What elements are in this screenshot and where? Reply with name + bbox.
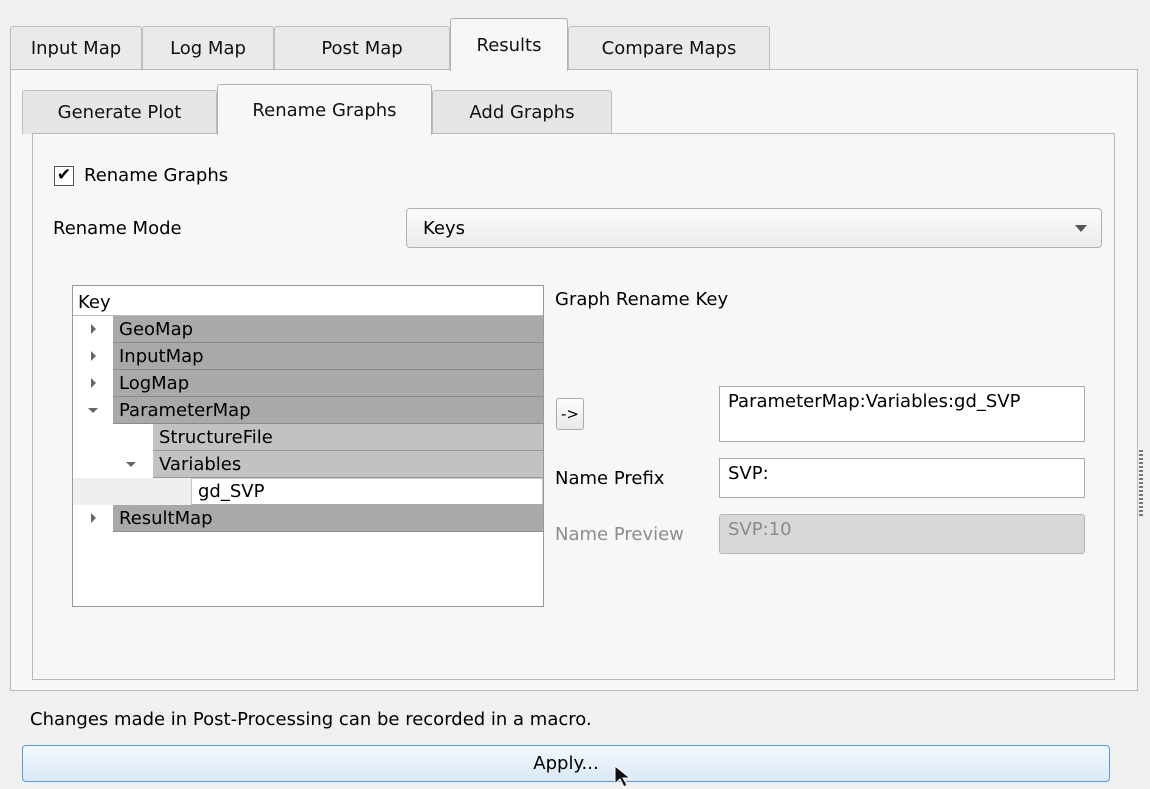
name-preview-label: Name Preview bbox=[555, 524, 684, 545]
tab-input-map[interactable]: Input Map bbox=[10, 26, 142, 70]
tree-item-label: LogMap bbox=[113, 370, 543, 397]
tree-row-variables[interactable]: Variables bbox=[73, 451, 543, 478]
rename-graphs-checkbox-label: Rename Graphs bbox=[84, 165, 229, 186]
tree-row-geomap[interactable]: GeoMap bbox=[73, 316, 543, 343]
tree-header-key: Key bbox=[73, 286, 543, 316]
rename-graphs-checkbox-row[interactable]: ✔ Rename Graphs bbox=[54, 165, 228, 186]
expand-arrow-icon[interactable] bbox=[91, 378, 96, 388]
mouse-cursor-icon bbox=[614, 765, 632, 788]
rename-mode-value: Keys bbox=[423, 217, 466, 239]
tree-item-label: Variables bbox=[153, 451, 543, 478]
graph-rename-key-field[interactable]: ParameterMap:Variables:gd_SVP bbox=[719, 386, 1085, 442]
window-edge bbox=[0, 0, 10, 789]
name-preview-field: SVP:10 bbox=[719, 514, 1085, 554]
tab-compare-maps[interactable]: Compare Maps bbox=[568, 26, 770, 70]
tree-item-label: ParameterMap bbox=[113, 397, 543, 424]
tree-row-logmap[interactable]: LogMap bbox=[73, 370, 543, 397]
collapse-arrow-icon[interactable] bbox=[88, 408, 98, 413]
insert-key-button[interactable]: -> bbox=[556, 398, 584, 430]
rename-graphs-pane: ✔ Rename Graphs Rename Mode Keys Key Geo… bbox=[32, 133, 1115, 680]
macro-note: Changes made in Post-Processing can be r… bbox=[30, 709, 592, 730]
chevron-down-icon bbox=[1075, 225, 1087, 232]
tree-row-structurefile[interactable]: StructureFile bbox=[73, 424, 543, 451]
graph-rename-key-label: Graph Rename Key bbox=[555, 289, 729, 310]
expand-arrow-icon[interactable] bbox=[91, 513, 96, 523]
resize-grip-icon[interactable] bbox=[1139, 450, 1143, 518]
tab-results[interactable]: Results bbox=[450, 18, 568, 71]
tree-item-label: gd_SVP bbox=[191, 478, 543, 505]
expand-arrow-icon[interactable] bbox=[91, 351, 96, 361]
collapse-arrow-icon[interactable] bbox=[126, 462, 136, 467]
key-tree[interactable]: Key GeoMap InputMap LogMap ParameterMap … bbox=[72, 285, 544, 607]
tree-item-label: ResultMap bbox=[113, 505, 543, 532]
rename-graphs-checkbox[interactable]: ✔ bbox=[54, 165, 74, 186]
apply-button-label: Apply... bbox=[533, 753, 599, 774]
check-icon: ✔ bbox=[56, 165, 72, 185]
tree-row-parametermap[interactable]: ParameterMap bbox=[73, 397, 543, 424]
expand-arrow-icon[interactable] bbox=[91, 324, 96, 334]
rename-mode-select[interactable]: Keys bbox=[406, 208, 1102, 248]
tab-add-graphs[interactable]: Add Graphs bbox=[432, 90, 612, 134]
tree-row-inputmap[interactable]: InputMap bbox=[73, 343, 543, 370]
tab-post-map[interactable]: Post Map bbox=[274, 26, 450, 70]
apply-button[interactable]: Apply... bbox=[22, 745, 1110, 782]
results-pane: Generate Plot Rename Graphs Add Graphs ✔… bbox=[10, 69, 1138, 691]
tree-item-label: InputMap bbox=[113, 343, 543, 370]
name-prefix-label: Name Prefix bbox=[555, 468, 665, 489]
name-prefix-field[interactable]: SVP: bbox=[719, 458, 1085, 498]
tab-rename-graphs[interactable]: Rename Graphs bbox=[217, 84, 432, 135]
tree-row-gd-svp[interactable]: gd_SVP bbox=[73, 478, 543, 505]
tab-log-map[interactable]: Log Map bbox=[142, 26, 274, 70]
tree-item-label: GeoMap bbox=[113, 316, 543, 343]
tab-generate-plot[interactable]: Generate Plot bbox=[22, 90, 217, 134]
rename-mode-label: Rename Mode bbox=[53, 218, 182, 239]
tree-item-label: StructureFile bbox=[153, 424, 543, 451]
tree-row-resultmap[interactable]: ResultMap bbox=[73, 505, 543, 532]
